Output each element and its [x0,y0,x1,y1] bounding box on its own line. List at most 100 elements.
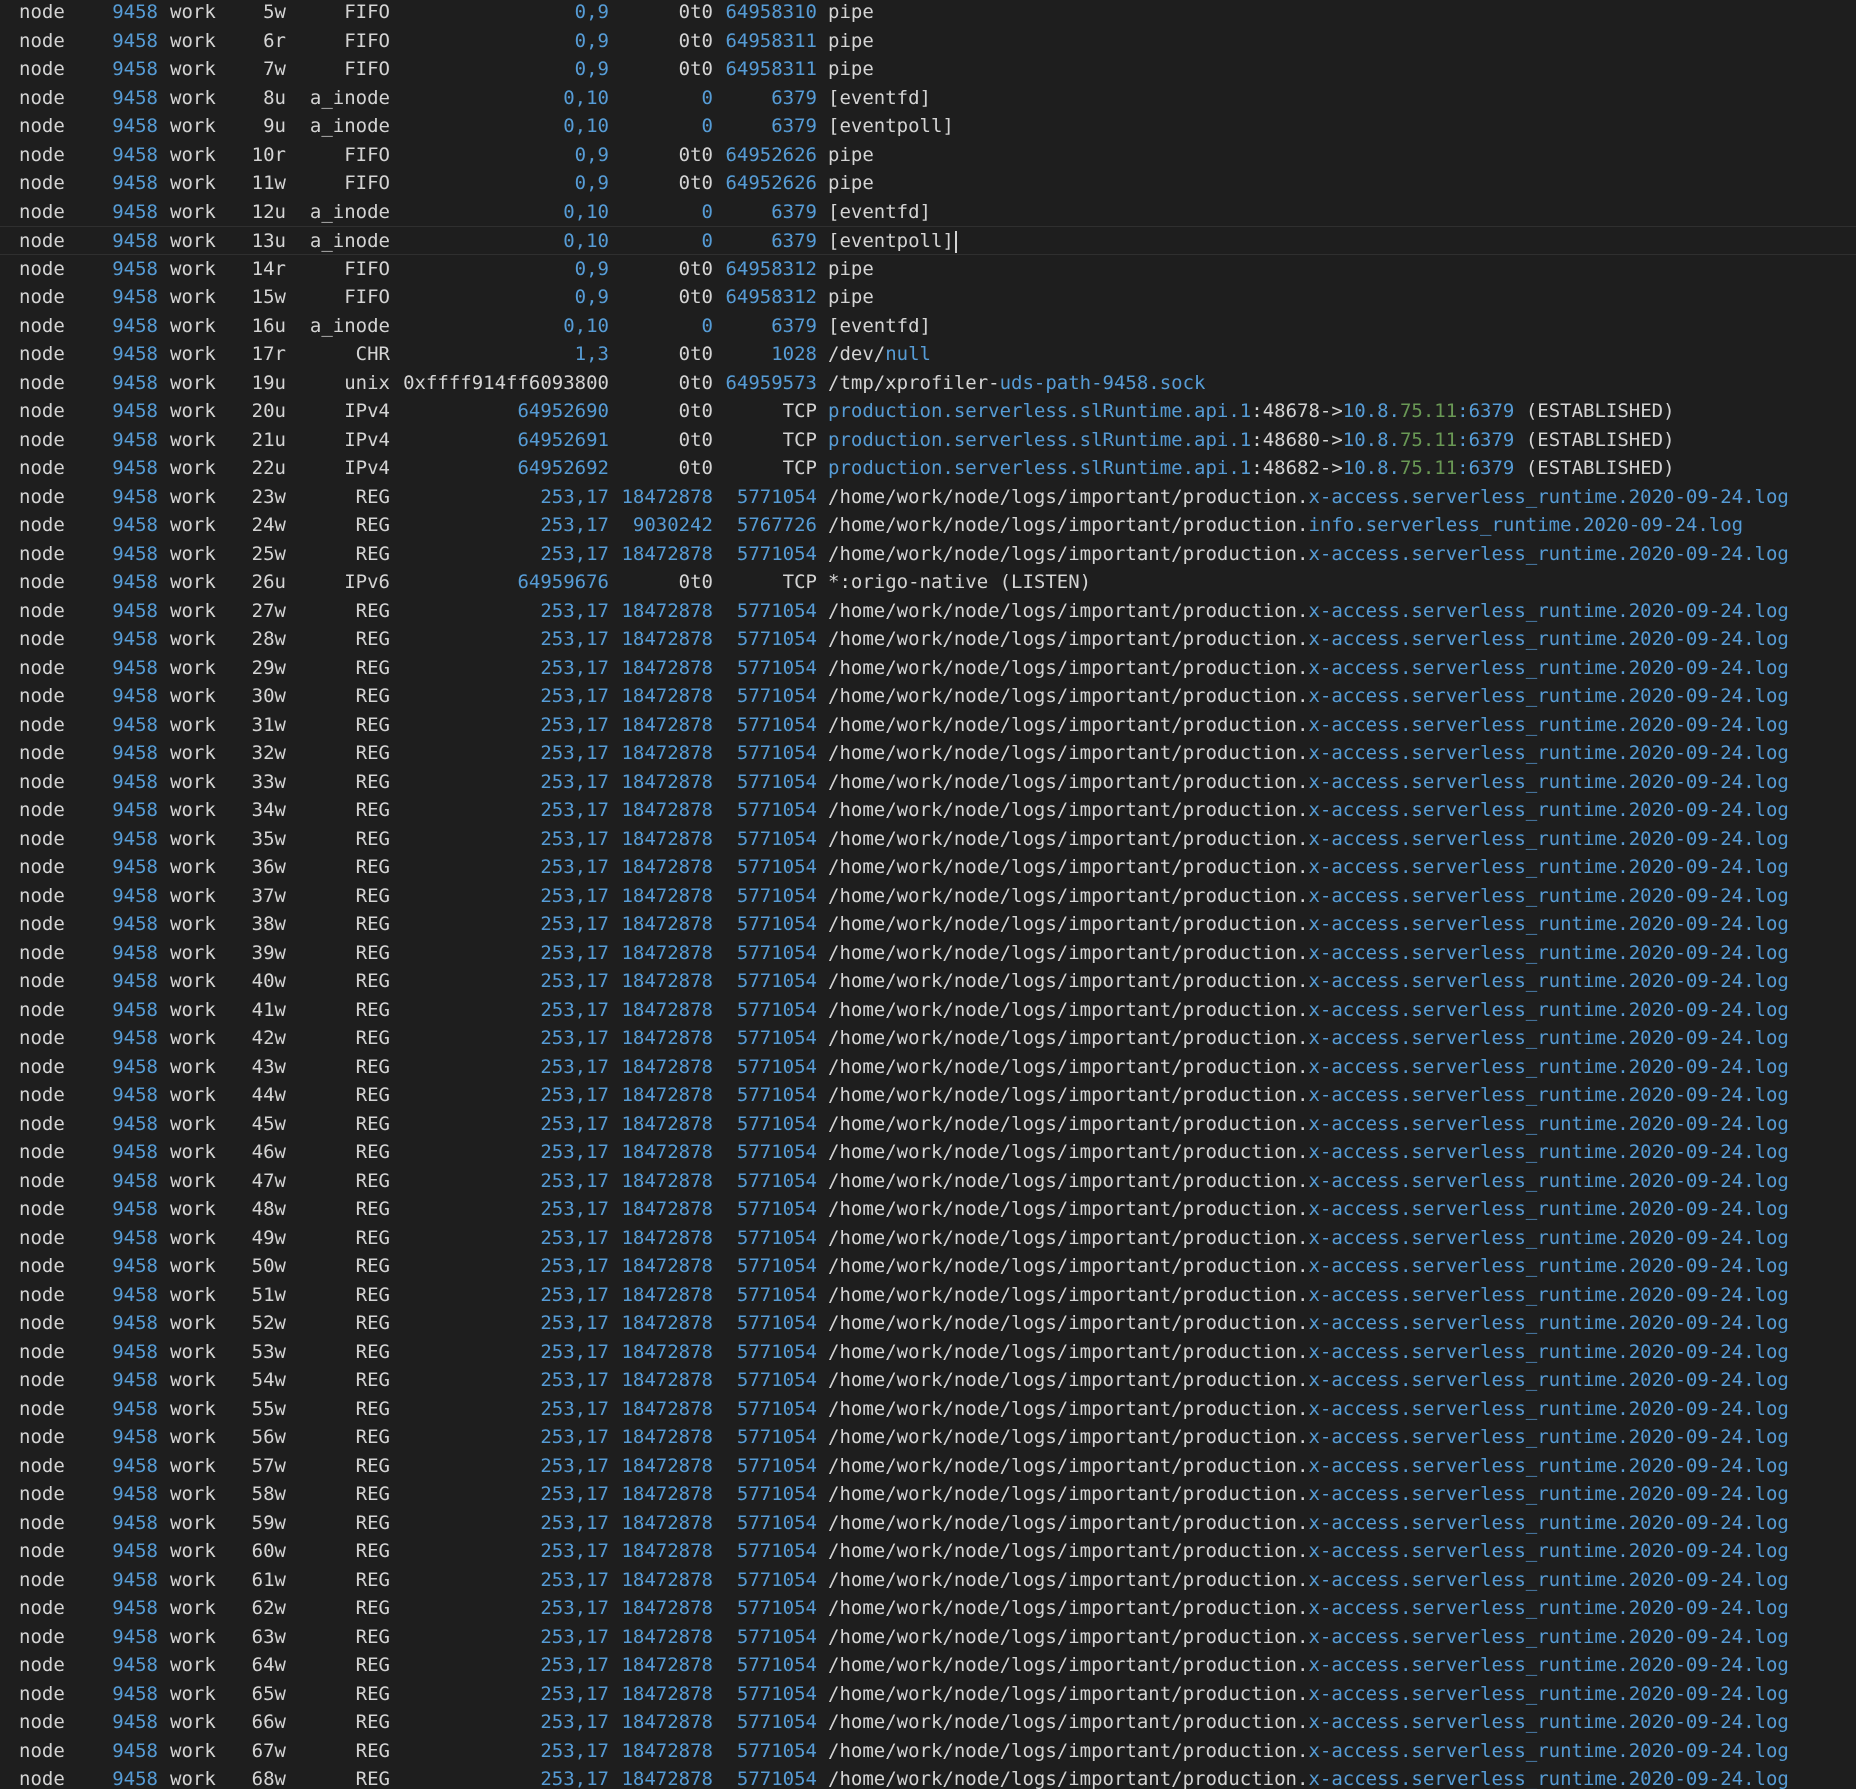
name-cell: *:origo-native (LISTEN) [828,568,1091,597]
node-cell: 5771054 [736,799,817,821]
name-segment: /home/work/node/logs/important/productio… [828,1511,1309,1534]
terminal-line: node 9458 work 29w REG 253,17 18472878 5771054 /… [0,654,1856,683]
fd-cell: 66w [251,1711,286,1733]
pid-cell: 9458 [112,1540,158,1562]
command-cell: node [19,286,65,308]
device-cell: 0,9 [574,58,609,80]
fd-cell: 28w [251,628,286,650]
size-cell: 18472878 [621,656,713,679]
name-cell: /home/work/node/logs/important/productio… [828,682,1789,711]
name-segment: /tmp/xprofiler- [828,371,1000,394]
terminal-line: node 9458 work 28w REG 253,17 18472878 5771054 /… [0,625,1856,654]
name-segment: production.serverless.slRuntime.api.1 [828,457,1252,479]
user-cell: work [170,115,216,137]
size-cell: 18472878 [621,1483,713,1505]
name-cell: /home/work/node/logs/important/productio… [828,853,1789,882]
pid-cell: 9458 [112,1340,158,1363]
name-segment: /home/work/node/logs/important/productio… [828,1169,1309,1192]
pid-cell: 9458 [112,656,158,679]
node-cell: 6379 [771,314,817,337]
node-cell: 5771054 [736,1312,817,1334]
node-cell: 64958312 [725,257,817,280]
type-cell: IPv4 [344,428,390,451]
fd-cell: 20u [251,400,286,422]
command-cell: node [19,970,65,992]
pid-cell: 9458 [112,143,158,166]
terminal-line: node 9458 work 59w REG 253,17 18472878 5771054 /… [0,1509,1856,1538]
user-cell: work [170,913,216,935]
pid-cell: 9458 [112,1654,158,1676]
terminal-line: node 9458 work 23w REG 253,17 18472878 5771054 /… [0,483,1856,512]
command-cell: node [19,799,65,821]
pid-cell: 9458 [112,1511,158,1534]
device-cell: 253,17 [540,485,609,508]
pid-cell: 9458 [112,827,158,850]
node-cell: 5771054 [736,1226,817,1249]
size-cell: 18472878 [621,1169,713,1192]
terminal-line: node 9458 work 56w REG 253,17 18472878 5771054 /… [0,1423,1856,1452]
node-cell: 5771054 [736,1397,817,1420]
name-cell: /home/work/node/logs/important/productio… [828,1452,1789,1481]
node-cell: 5771054 [736,1597,817,1619]
fd-cell: 12u [251,200,286,223]
fd-cell: 37w [251,884,286,907]
command-cell: node [19,1141,65,1163]
size-cell: 0t0 [678,343,713,365]
name-cell: /home/work/node/logs/important/productio… [828,1081,1789,1110]
device-cell: 253,17 [540,1198,609,1220]
name-segment: /home/work/node/logs/important/productio… [828,1312,1309,1334]
name-segment: x-access.serverless_runtime.2020-09-24.l… [1308,1226,1789,1249]
name-cell: /home/work/node/logs/important/productio… [828,825,1789,854]
name-cell: pipe [828,255,874,284]
name-segment: x-access.serverless_runtime.2020-09-24.l… [1308,485,1789,508]
name-segment: /home/work/node/logs/important/productio… [828,1454,1309,1477]
terminal-line: node 9458 work 6r FIFO 0,9 0t0 64958311 pipe [0,27,1856,56]
node-cell: 64952626 [725,143,817,166]
command-cell: node [19,1,65,23]
name-segment: 75.11 [1399,400,1458,422]
name-cell: /home/work/node/logs/important/productio… [828,939,1789,968]
name-cell: /home/work/node/logs/important/productio… [828,1309,1789,1338]
name-segment: /home/work/node/logs/important/productio… [828,1654,1309,1676]
type-cell: REG [355,1141,390,1163]
fd-cell: 48w [251,1198,286,1220]
name-cell: /home/work/node/logs/important/productio… [828,1110,1789,1139]
terminal-output[interactable]: node 9458 work 5w FIFO 0,9 0t0 64958310 pipe node… [0,0,1856,1789]
user-cell: work [170,29,216,52]
name-segment: x-access.serverless_runtime.2020-09-24.l… [1308,628,1789,650]
name-segment: :6379 [1457,400,1515,422]
name-segment: x-access.serverless_runtime.2020-09-24.l… [1308,1711,1789,1733]
pid-cell: 9458 [112,230,158,252]
device-cell: 0,9 [574,257,609,280]
device-cell: 1,3 [574,343,609,365]
command-cell: node [19,115,65,137]
device-cell: 253,17 [540,1454,609,1477]
user-cell: work [170,1084,216,1106]
command-cell: node [19,1198,65,1220]
user-cell: work [170,1112,216,1135]
user-cell: work [170,1369,216,1391]
fd-cell: 52w [251,1312,286,1334]
node-cell: 5771054 [736,884,817,907]
command-cell: node [19,457,65,479]
fd-cell: 21u [251,428,286,451]
terminal-line: node 9458 work 46w REG 253,17 18472878 5771054 /… [0,1138,1856,1167]
name-segment: x-access.serverless_runtime.2020-09-24.l… [1308,713,1789,736]
fd-cell: 51w [251,1283,286,1306]
user-cell: work [170,770,216,793]
name-segment: /home/work/node/logs/important/productio… [828,1568,1309,1591]
pid-cell: 9458 [112,1055,158,1078]
name-cell: /home/work/node/logs/important/productio… [828,1594,1789,1623]
node-cell: 5771054 [736,1283,817,1306]
name-segment: 75.11 [1399,457,1458,479]
name-segment: x-access.serverless_runtime.2020-09-24.l… [1308,884,1789,907]
node-cell: 64958310 [725,1,817,23]
name-cell: /home/work/node/logs/important/productio… [828,1537,1789,1566]
name-segment: /dev/ [828,343,886,365]
name-segment: [eventfd] [828,86,931,109]
name-segment: /home/work/node/logs/important/productio… [828,713,1309,736]
name-segment: /home/work/node/logs/important/productio… [828,1112,1309,1135]
type-cell: REG [355,1283,390,1306]
pid-cell: 9458 [112,1027,158,1049]
device-cell: 253,17 [540,884,609,907]
